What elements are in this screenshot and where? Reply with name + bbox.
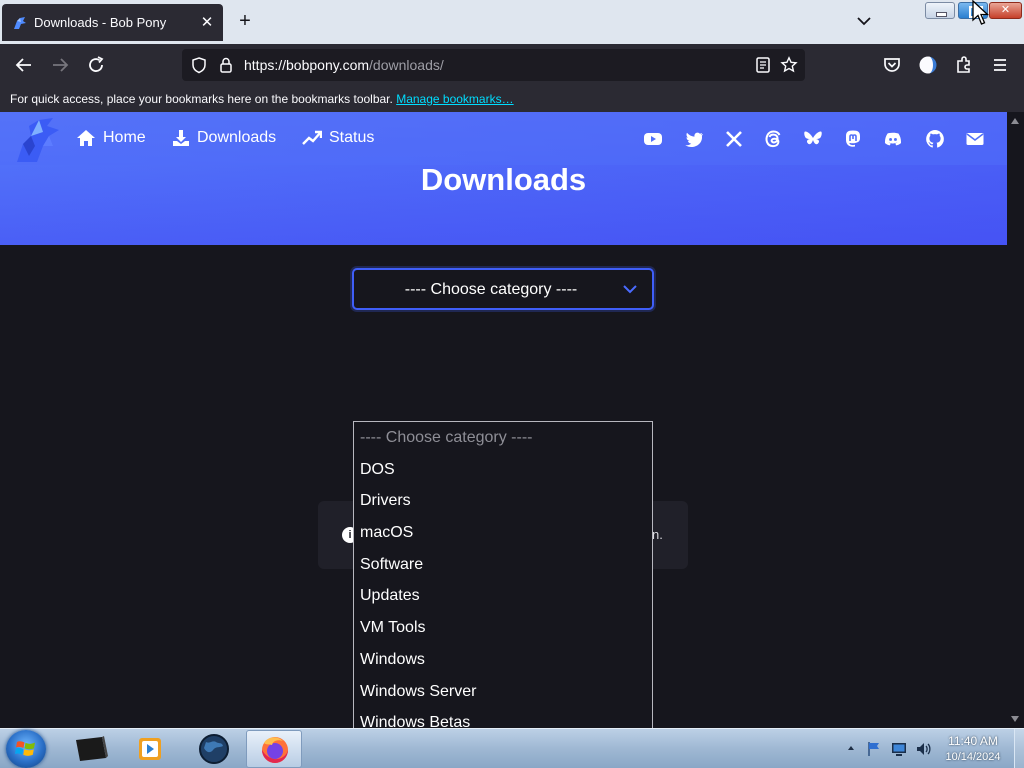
tab-downloads-bob-pony[interactable]: Downloads - Bob Pony ✕ <box>2 4 223 41</box>
nav-home-link[interactable]: Home <box>76 129 146 147</box>
network-monitor-icon[interactable] <box>890 740 908 758</box>
nav-downloads-link[interactable]: Downloads <box>172 129 276 147</box>
page-title: Downloads <box>420 162 587 197</box>
option-macos[interactable]: macOS <box>354 517 652 549</box>
clock-time[interactable]: 11:40 AM <box>935 734 1011 748</box>
window-close-button[interactable]: ✕ <box>989 2 1022 19</box>
show-hidden-icons-arrow-icon[interactable] <box>846 743 856 753</box>
category-select[interactable]: ---- Choose category ---- <box>352 268 654 310</box>
option-updates[interactable]: Updates <box>354 580 652 612</box>
account-avatar-icon[interactable] <box>916 53 940 77</box>
scroll-up-arrow-icon[interactable] <box>1011 118 1019 124</box>
mouse-cursor-icon <box>972 0 990 25</box>
taskbar-firefox-button[interactable] <box>246 730 302 768</box>
site-navbar: Home Downloads Status <box>0 112 1007 165</box>
show-desktop-button[interactable] <box>1014 729 1024 768</box>
tab-strip: Downloads - Bob Pony ✕ + ✕ <box>0 0 1024 44</box>
url-text[interactable]: https://bobpony.com/downloads/ <box>244 57 444 73</box>
x-icon[interactable] <box>724 129 744 149</box>
new-tab-button[interactable]: + <box>234 10 256 32</box>
action-center-flag-icon[interactable] <box>865 740 883 758</box>
url-host: https://bobpony.com <box>244 57 370 73</box>
page-content: Home Downloads Status Downloads ---- Cho… <box>0 112 1007 728</box>
option-vm-tools[interactable]: VM Tools <box>354 612 652 644</box>
info-card-text-tail: n. <box>652 527 663 542</box>
nav-status-label: Status <box>329 129 375 146</box>
window-minimize-button[interactable] <box>925 2 955 19</box>
download-icon <box>173 130 189 146</box>
scroll-down-arrow-icon[interactable] <box>1011 716 1019 722</box>
option-choose-category[interactable]: ---- Choose category ---- <box>354 422 652 454</box>
option-windows-betas[interactable]: Windows Betas <box>354 707 652 728</box>
url-bar[interactable]: https://bobpony.com/downloads/ <box>182 49 805 81</box>
back-arrow-icon[interactable] <box>12 53 36 77</box>
reader-view-icon[interactable] <box>754 56 772 74</box>
option-drivers[interactable]: Drivers <box>354 485 652 517</box>
windows-logo-icon <box>15 741 35 756</box>
pocket-icon[interactable] <box>880 53 904 77</box>
youtube-icon[interactable] <box>643 129 663 149</box>
list-all-tabs-chevron-icon[interactable] <box>853 10 875 32</box>
option-windows-server[interactable]: Windows Server <box>354 676 652 708</box>
mastodon-icon[interactable] <box>843 129 863 149</box>
terminal-icon[interactable] <box>62 730 118 768</box>
volume-speaker-icon[interactable] <box>914 740 932 758</box>
bookmarks-toolbar: For quick access, place your bookmarks h… <box>0 86 1024 112</box>
trending-up-icon <box>302 130 322 145</box>
taskbar: 11:40 AM 10/14/2024 <box>0 728 1024 768</box>
category-select-value: ---- Choose category ---- <box>404 281 578 298</box>
nav-home-label: Home <box>103 129 146 146</box>
tab-close-icon[interactable]: ✕ <box>197 13 217 33</box>
start-button[interactable] <box>6 730 46 768</box>
option-software[interactable]: Software <box>354 549 652 581</box>
bobpony-favicon-icon <box>14 16 26 29</box>
url-path: /downloads/ <box>369 57 444 73</box>
firefox-icon <box>262 737 288 763</box>
category-dropdown-list: ---- Choose category ---- DOS Drivers ma… <box>353 421 653 728</box>
nav-status-link[interactable]: Status <box>302 129 374 147</box>
nav-downloads-label: Downloads <box>197 129 277 146</box>
tab-title: Downloads - Bob Pony <box>34 15 167 30</box>
bookmark-star-icon[interactable] <box>780 56 798 74</box>
page-scrollbar[interactable] <box>1007 112 1024 728</box>
discord-icon[interactable] <box>883 129 903 149</box>
lock-icon[interactable] <box>218 56 234 74</box>
reload-icon[interactable] <box>84 53 108 77</box>
manage-bookmarks-link[interactable]: Manage bookmarks… <box>396 92 513 106</box>
clock-date[interactable]: 10/14/2024 <box>935 751 1011 763</box>
forward-arrow-icon[interactable] <box>48 53 72 77</box>
option-windows[interactable]: Windows <box>354 644 652 676</box>
bobpony-logo[interactable] <box>13 116 63 164</box>
bluesky-icon[interactable] <box>803 129 823 149</box>
navigation-toolbar: https://bobpony.com/downloads/ <box>0 44 1024 86</box>
hamburger-menu-icon[interactable] <box>988 53 1012 77</box>
mail-icon[interactable] <box>965 129 985 149</box>
bookmarks-prompt: For quick access, place your bookmarks h… <box>10 92 393 106</box>
media-player-icon[interactable] <box>122 730 178 768</box>
threads-icon[interactable] <box>763 129 783 149</box>
chevron-down-icon <box>623 285 637 294</box>
extensions-puzzle-icon[interactable] <box>952 53 976 77</box>
home-icon <box>77 130 95 146</box>
globe-icon[interactable] <box>186 730 242 768</box>
tracking-protection-shield-icon[interactable] <box>190 56 208 74</box>
option-dos[interactable]: DOS <box>354 454 652 486</box>
twitter-bird-icon[interactable] <box>684 129 704 149</box>
github-icon[interactable] <box>925 129 945 149</box>
